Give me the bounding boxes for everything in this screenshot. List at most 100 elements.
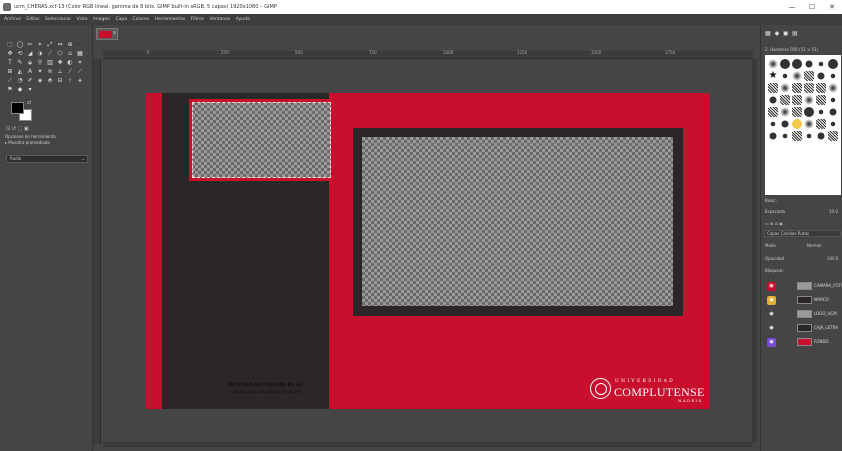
tool-button-icon[interactable]: ⟂ xyxy=(56,68,64,75)
tool-button-icon[interactable]: ⌖ xyxy=(36,41,44,48)
brush-action-icons[interactable]: ▭ ⊕ ⊡ ◉ xyxy=(765,221,783,226)
brush-preset-icon[interactable] xyxy=(792,95,802,105)
eye-icon[interactable]: ◉ xyxy=(767,338,776,347)
eye-icon[interactable]: ◉ xyxy=(767,282,776,291)
brush-preset-icon[interactable] xyxy=(818,109,824,115)
brush-preset-icon[interactable] xyxy=(781,120,789,128)
tool-button-icon[interactable]: ⬘ xyxy=(46,77,54,84)
menu-filtros[interactable]: Filtros xyxy=(191,14,204,25)
tool-button-icon[interactable]: ✚ xyxy=(56,59,64,66)
tool-button-icon[interactable]: ◢ xyxy=(26,50,34,57)
brushes-grid[interactable]: ★ xyxy=(765,55,841,195)
brush-preset-icon[interactable] xyxy=(829,108,837,116)
tool-button-icon[interactable]: ⇔ xyxy=(56,41,64,48)
brush-preset-icon[interactable] xyxy=(769,132,777,140)
eye-icon[interactable]: ◉ xyxy=(767,310,776,319)
brush-preset-icon[interactable] xyxy=(780,83,790,93)
tool-button-icon[interactable]: T xyxy=(6,59,14,66)
tool-button-icon[interactable]: ◭ xyxy=(16,68,24,75)
tool-button-icon[interactable]: A xyxy=(26,68,34,75)
brush-preset-icon[interactable] xyxy=(817,132,825,140)
horizontal-scrollbar[interactable] xyxy=(103,442,753,447)
menu-colores[interactable]: Colores xyxy=(132,14,149,25)
menu-vista[interactable]: Vista xyxy=(77,14,88,25)
foreground-color-swatch[interactable] xyxy=(11,102,24,114)
brush-preset-icon[interactable] xyxy=(804,83,814,93)
brush-preset-icon[interactable] xyxy=(830,97,836,103)
brush-preset-icon[interactable] xyxy=(816,119,826,129)
brush-preset-icon[interactable] xyxy=(770,121,776,127)
menu-ventanas[interactable]: Ventanas xyxy=(210,14,231,25)
tool-button-icon[interactable]: ≋ xyxy=(46,68,54,75)
tool-button-icon[interactable]: ⌗ xyxy=(76,59,84,66)
tool-button-icon[interactable]: ⟋ xyxy=(46,50,54,57)
brush-preset-icon[interactable] xyxy=(816,83,826,93)
eye-icon[interactable]: ◉ xyxy=(767,324,776,333)
layer-row[interactable]: ◉ LOGO_UCM xyxy=(761,308,842,320)
tool-button-icon[interactable]: ⚑ xyxy=(6,86,14,93)
brush-preset-icon[interactable] xyxy=(768,59,778,69)
brush-preset-icon[interactable] xyxy=(828,83,838,93)
tool-button-icon[interactable]: ⊟ xyxy=(56,77,64,84)
brush-preset-icon[interactable] xyxy=(804,119,814,129)
tool-button-icon[interactable]: ⟋ xyxy=(76,68,84,75)
tool-button-icon[interactable]: ⁄ xyxy=(66,68,74,75)
brush-preset-icon[interactable] xyxy=(780,95,790,105)
image-tab[interactable]: x xyxy=(96,28,118,40)
tool-button-icon[interactable]: ▥ xyxy=(46,59,54,66)
brush-preset-icon[interactable] xyxy=(792,59,802,69)
tool-button-icon[interactable]: ⬗ xyxy=(36,50,44,57)
close-icon[interactable]: x xyxy=(113,30,116,36)
spacing-value[interactable]: 10.0 xyxy=(829,209,838,214)
brush-preset-icon[interactable] xyxy=(792,131,802,141)
brush-preset-icon[interactable] xyxy=(830,73,836,79)
mode-select[interactable]: Normal xyxy=(807,243,821,248)
tool-button-icon[interactable]: ◈ xyxy=(36,77,44,84)
tool-button-icon[interactable]: ⚹ xyxy=(76,77,84,84)
brush-preset-icon[interactable] xyxy=(828,131,838,141)
tool-button-icon[interactable]: ✦ xyxy=(36,68,44,75)
logo-placeholder-selection[interactable] xyxy=(189,99,334,181)
horizontal-ruler[interactable]: 0 250 500 750 1000 1250 1500 1750 xyxy=(103,50,753,59)
brush-preset-icon[interactable] xyxy=(817,72,825,80)
opacity-value[interactable]: 100.0 xyxy=(827,256,838,261)
brush-preset-icon[interactable] xyxy=(828,59,838,69)
image-document[interactable]: FACULTAD DE CIENCIAS DE LA UNIVERSIDAD C… xyxy=(146,93,709,409)
tool-button-icon[interactable]: ◆ xyxy=(16,86,24,93)
layer-row[interactable]: ◉ MARCO xyxy=(761,294,842,306)
layers-tabs[interactable]: Capas Canales Rutas xyxy=(764,230,841,237)
minimize-button[interactable]: — xyxy=(782,0,802,14)
brush-preset-icon[interactable] xyxy=(782,133,788,139)
tool-button-icon[interactable]: ▦ xyxy=(76,50,84,57)
brush-preset-icon[interactable] xyxy=(804,107,814,117)
tool-button-icon[interactable]: ⟋ xyxy=(6,77,14,84)
menu-ayuda[interactable]: Ayuda xyxy=(236,14,250,25)
dock-tab-icons[interactable]: ▦ ◆ ◼ ▤ xyxy=(765,30,799,37)
tool-button-icon[interactable]: ✂ xyxy=(26,41,34,48)
tool-button-icon[interactable]: ⟊ xyxy=(66,77,74,84)
menu-archivo[interactable]: Archivo xyxy=(4,14,21,25)
vertical-scrollbar[interactable] xyxy=(752,59,757,442)
tool-button-icon[interactable]: ✥ xyxy=(6,50,14,57)
menu-capa[interactable]: Capa xyxy=(115,14,127,25)
tool-button-icon[interactable]: ⌂ xyxy=(66,50,74,57)
brush-preset-icon[interactable] xyxy=(792,83,802,93)
brush-preset-icon[interactable] xyxy=(780,59,790,69)
brush-preset-icon[interactable] xyxy=(782,73,788,79)
layer-row[interactable]: ◉ FONDO xyxy=(761,336,842,348)
vertical-ruler[interactable] xyxy=(93,59,101,444)
menu-herramientas[interactable]: Herramientas xyxy=(155,14,186,25)
sample-average-toggle[interactable]: ▸ Muestra promediada xyxy=(5,140,89,146)
brush-preset-icon[interactable] xyxy=(818,61,824,67)
brush-preset-icon[interactable] xyxy=(804,71,814,81)
swap-colors-icon[interactable]: ⇄ xyxy=(27,100,31,106)
tool-button-icon[interactable]: ◐ xyxy=(66,59,74,66)
brush-preset-icon[interactable] xyxy=(768,83,778,93)
brush-preset-icon[interactable] xyxy=(768,107,778,117)
eye-icon[interactable]: ◉ xyxy=(767,296,776,305)
tool-button-icon[interactable]: ◯ xyxy=(16,41,24,48)
tool-button-icon[interactable]: ⚲ xyxy=(36,59,44,66)
tool-button-icon[interactable]: ▾ xyxy=(26,86,34,93)
tool-button-icon[interactable]: ⟲ xyxy=(16,50,24,57)
menu-editar[interactable]: Editar xyxy=(26,14,39,25)
